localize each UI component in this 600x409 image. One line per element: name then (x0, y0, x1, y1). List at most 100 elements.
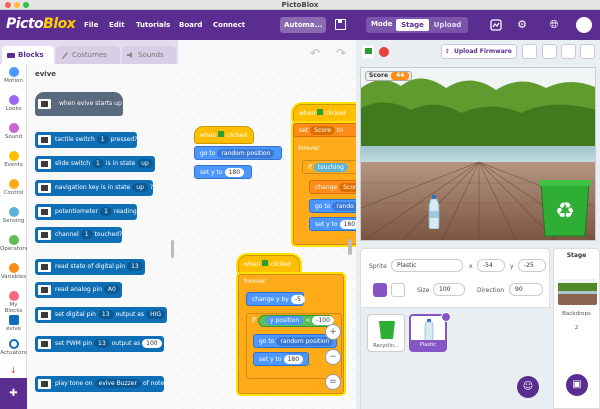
palette-block-channel-touched[interactable]: channel 1 touched? (35, 227, 123, 243)
save-icon[interactable] (335, 19, 346, 30)
category-events[interactable]: Events (0, 151, 27, 168)
when-flag-clicked-block[interactable]: when clicked (194, 126, 254, 144)
category-evive[interactable]: evive (0, 315, 27, 332)
add-backdrop-button[interactable]: ▣ (566, 374, 588, 396)
block-dropdown[interactable]: touching (313, 163, 348, 172)
block-number-input[interactable]: 180 (283, 355, 304, 364)
palette-block-play-tone[interactable]: play tone on evive Buzzer of note (35, 376, 165, 392)
y-position-reporter[interactable]: y position (266, 316, 304, 325)
sprite-thumb-plastic[interactable]: Plastic (409, 312, 451, 352)
hide-sprite-eye-icon[interactable] (391, 283, 405, 297)
extensions-icon[interactable] (490, 19, 502, 31)
category-sensing[interactable]: Sensing (0, 207, 27, 224)
if-block[interactable]: if touching (302, 160, 356, 174)
gear-icon[interactable]: ⚙ (516, 19, 528, 31)
block-dropdown[interactable]: up (137, 159, 153, 168)
category-variables[interactable]: Variables (0, 263, 27, 280)
set-y-block[interactable]: set y to 180 (253, 352, 309, 366)
avatar[interactable] (576, 17, 592, 33)
when-flag-clicked-block[interactable]: when clicked (238, 255, 300, 273)
webcam-icon[interactable] (522, 44, 537, 59)
palette-block-set-digital-pin[interactable]: set digital pin 13 output as HIG (35, 307, 167, 323)
undo-icon[interactable]: ↶ (310, 46, 320, 60)
add-extension-button[interactable]: ✚ (0, 378, 27, 409)
script-area-scrollbar[interactable] (348, 239, 352, 255)
block-dropdown[interactable]: up (132, 183, 148, 192)
large-stage-icon[interactable] (561, 44, 576, 59)
block-dropdown[interactable]: 13 (94, 339, 110, 348)
green-flag-button[interactable] (362, 46, 374, 58)
palette-block-read-analog-pin[interactable]: read analog pin A0 (35, 282, 122, 298)
category-sound[interactable]: Sound (0, 123, 27, 140)
sprite-x-input[interactable]: -54 (477, 259, 505, 272)
tab-sounds[interactable]: Sounds (122, 46, 176, 64)
go-to-block[interactable]: go to rando (309, 199, 356, 213)
block-dropdown[interactable]: A0 (103, 285, 120, 294)
sprite-y-input[interactable]: -25 (518, 259, 546, 272)
less-than-block[interactable]: y position < -100 (258, 315, 334, 327)
palette-block-set-pwm-pin[interactable]: set PWM pin 13 output as 100 (35, 336, 164, 352)
add-sprite-button[interactable]: ☺ (517, 376, 539, 398)
block-dropdown[interactable]: rando (332, 202, 356, 211)
zoom-reset-button[interactable]: = (325, 374, 341, 390)
delete-sprite-trash-icon[interactable] (441, 312, 451, 322)
block-dropdown[interactable]: 1 (96, 135, 109, 144)
menu-tutorials[interactable]: Tutorials (136, 21, 170, 29)
show-sprite-eye-icon[interactable] (373, 283, 387, 297)
recycling-bin-sprite[interactable]: ♻ (539, 180, 591, 238)
category-control[interactable]: Control (0, 179, 27, 196)
tab-costumes[interactable]: Costumes (56, 46, 120, 64)
block-number-input[interactable]: -5 (290, 295, 305, 304)
stage-target-panel[interactable]: Stage Backdrops 2 ▣ (553, 248, 600, 409)
palette-block-when-evive-starts[interactable]: when evive starts up (35, 92, 123, 116)
block-number-input[interactable]: 180 (224, 168, 245, 177)
sprite-name-input[interactable]: Plastic (391, 259, 463, 272)
palette-block-read-digital-pin[interactable]: read state of digital pin 13 (35, 259, 145, 275)
palette-scrollbar[interactable] (171, 240, 174, 258)
sprite-thumb-recycling-bin[interactable]: Recyclin... (367, 314, 405, 352)
go-to-block[interactable]: go to random position (194, 146, 282, 160)
block-dropdown[interactable]: 13 (97, 310, 114, 319)
stage-backdrop-thumbnail[interactable] (558, 279, 597, 305)
tab-blocks[interactable]: Blocks (2, 46, 54, 64)
block-dropdown[interactable]: 1 (80, 230, 93, 239)
mode-upload-button[interactable]: Upload (431, 19, 464, 31)
block-number-input[interactable]: 100 (142, 339, 162, 348)
sprite-direction-input[interactable]: 90 (509, 283, 543, 296)
set-y-block[interactable]: set y to 180 (194, 165, 252, 179)
block-dropdown[interactable]: 1 (100, 207, 112, 216)
go-to-block[interactable]: go to random position (253, 334, 337, 348)
language-globe-icon[interactable]: 🌐︎ (545, 19, 563, 31)
redo-icon[interactable]: ↷ (336, 46, 346, 60)
block-dropdown[interactable]: 13 (127, 262, 143, 271)
plastic-bottle-sprite[interactable] (427, 195, 441, 229)
project-title-input[interactable]: Automa... (280, 17, 326, 33)
change-y-block[interactable]: change y by -5 (246, 292, 305, 306)
menu-file[interactable]: File (84, 21, 98, 29)
change-variable-block[interactable]: change Scor (309, 180, 356, 194)
block-dropdown[interactable]: Score (310, 126, 335, 135)
category-looks[interactable]: Looks (0, 95, 27, 112)
set-y-block[interactable]: set y to 180 (309, 217, 356, 231)
block-dropdown[interactable]: HIG (146, 310, 165, 319)
stage-canvas[interactable]: Score 44 ♻ (360, 67, 596, 241)
block-dropdown[interactable]: random position (217, 149, 275, 158)
menu-edit[interactable]: Edit (109, 21, 125, 29)
palette-block-navigation-key[interactable]: navigation key is in state up? (35, 180, 154, 196)
palette-block-potentiometer[interactable]: potentiometer 1 reading (35, 204, 137, 220)
category-actuators[interactable]: Actuators (0, 339, 27, 356)
category-motion[interactable]: Motion (0, 67, 27, 84)
menu-connect[interactable]: Connect (213, 21, 245, 29)
block-dropdown[interactable]: random position (276, 337, 334, 346)
when-flag-clicked-block[interactable]: when clicked (293, 104, 356, 122)
set-variable-block[interactable]: set Score to (293, 123, 356, 137)
menu-board[interactable]: Board (179, 21, 202, 29)
category-my-blocks[interactable]: My Blocks (0, 291, 27, 314)
palette-block-slide-switch[interactable]: slide switch 1 is in state up (35, 156, 155, 172)
zoom-out-button[interactable]: − (325, 349, 341, 365)
block-dropdown[interactable]: 1 (92, 159, 104, 168)
sprite-size-input[interactable]: 100 (433, 283, 465, 296)
script-area[interactable]: when clicked go to random position set y t… (178, 64, 356, 409)
mode-stage-button[interactable]: Stage (396, 19, 429, 31)
palette-block-tactile-switch[interactable]: tactile switch 1 pressed? (35, 132, 138, 148)
